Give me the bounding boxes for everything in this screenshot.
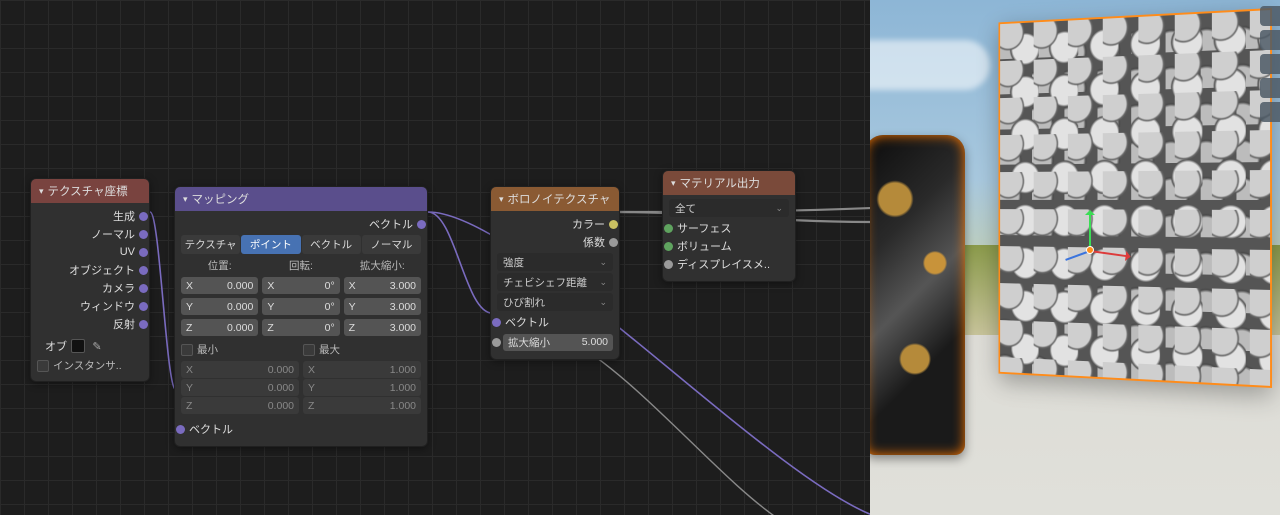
viewport-tool-icon[interactable]: [1260, 30, 1280, 50]
use-max-checkbox[interactable]: 最大: [303, 342, 421, 357]
output-vector: ベクトル: [181, 215, 421, 233]
output-camera: カメラ: [37, 279, 143, 297]
node-material-output[interactable]: ▾ マテリアル出力 全て⌄ サーフェス ボリューム ディスプレイスメ..: [662, 170, 796, 282]
node-header[interactable]: ▾ ボロノイテクスチャ: [491, 187, 619, 211]
collapse-icon[interactable]: ▾: [183, 194, 188, 205]
min-z[interactable]: Z0.000: [181, 397, 299, 414]
scale-field[interactable]: 拡大縮小5.000: [503, 334, 613, 351]
node-header[interactable]: ▾ マッピング: [175, 187, 427, 211]
min-y[interactable]: Y0.000: [181, 379, 299, 396]
max-y[interactable]: Y1.000: [303, 379, 421, 396]
node-voronoi-texture[interactable]: ▾ ボロノイテクスチャ カラー 係数 強度⌄ チェビシェフ距離⌄ ひび割れ⌄ ベ…: [490, 186, 620, 360]
collapse-icon[interactable]: ▾: [499, 194, 504, 205]
input-vector: ベクトル: [181, 420, 421, 438]
from-instancer-checkbox[interactable]: インスタンサ..: [37, 358, 143, 373]
node-title: テクスチャ座標: [48, 183, 128, 199]
col-location: 位置:: [181, 258, 258, 273]
tab-point[interactable]: ポイント: [241, 235, 300, 254]
object-swatch[interactable]: [71, 339, 85, 353]
node-mapping[interactable]: ▾ マッピング ベクトル テクスチャ ポイント ベクトル ノーマル 位置: 回転…: [174, 186, 428, 447]
node-header[interactable]: ▾ テクスチャ座標: [31, 179, 149, 203]
material-preview-plane[interactable]: [998, 8, 1272, 388]
rotation-x[interactable]: X0°: [262, 277, 339, 294]
sky-clouds: [870, 40, 990, 90]
output-normal: ノーマル: [37, 225, 143, 243]
node-title: マッピング: [192, 191, 250, 207]
collapse-icon[interactable]: ▾: [671, 178, 676, 189]
output-uv: UV: [37, 243, 143, 261]
scale-z[interactable]: Z3.000: [344, 319, 421, 336]
output-object: オブジェクト: [37, 261, 143, 279]
location-z[interactable]: Z0.000: [181, 319, 258, 336]
max-x[interactable]: X1.000: [303, 361, 421, 378]
collapse-icon[interactable]: ▾: [39, 186, 44, 197]
coloring-select[interactable]: 強度⌄: [497, 253, 613, 271]
input-surface: サーフェス: [669, 219, 789, 237]
min-x[interactable]: X0.000: [181, 361, 299, 378]
input-scale-row: 拡大縮小5.000: [497, 333, 613, 351]
eyedropper-icon[interactable]: ✎: [89, 338, 105, 354]
output-color: カラー: [497, 215, 613, 233]
tab-vector[interactable]: ベクトル: [302, 235, 361, 254]
chevron-down-icon: ⌄: [599, 277, 607, 288]
chevron-down-icon: ⌄: [599, 297, 607, 308]
checkbox-label: インスタンサ..: [53, 358, 122, 373]
viewport-tool-icon[interactable]: [1260, 102, 1280, 122]
col-rotation: 回転:: [262, 258, 339, 273]
viewport-tool-icon[interactable]: [1260, 78, 1280, 98]
viewport-tool-icon[interactable]: [1260, 6, 1280, 26]
node-title: マテリアル出力: [680, 175, 760, 191]
input-volume: ボリューム: [669, 237, 789, 255]
robot-mesh[interactable]: [870, 135, 965, 455]
distance-select[interactable]: チェビシェフ距離⌄: [497, 273, 613, 291]
viewport-tool-icon[interactable]: [1260, 54, 1280, 74]
output-reflection: 反射: [37, 315, 143, 333]
viewport-3d[interactable]: [870, 0, 1280, 515]
output-window: ウィンドウ: [37, 297, 143, 315]
tab-texture[interactable]: テクスチャ: [181, 235, 240, 254]
output-generated: 生成: [37, 207, 143, 225]
col-scale: 拡大縮小:: [344, 258, 421, 273]
scale-y[interactable]: Y3.000: [344, 298, 421, 315]
rotation-y[interactable]: Y0°: [262, 298, 339, 315]
checkbox-box[interactable]: [37, 360, 49, 372]
object-picker-row: オブ ✎: [37, 337, 143, 355]
target-select[interactable]: 全て⌄: [669, 199, 789, 217]
node-editor[interactable]: ▾ テクスチャ座標 生成 ノーマル UV オブジェクト カメラ ウィンドウ 反射…: [0, 0, 870, 515]
mapping-type-tabs: テクスチャ ポイント ベクトル ノーマル: [181, 235, 421, 254]
output-fac: 係数: [497, 233, 613, 251]
node-header[interactable]: ▾ マテリアル出力: [663, 171, 795, 195]
object-label: オブ: [45, 338, 67, 354]
feature-select[interactable]: ひび割れ⌄: [497, 293, 613, 311]
rotation-z[interactable]: Z0°: [262, 319, 339, 336]
location-y[interactable]: Y0.000: [181, 298, 258, 315]
chevron-down-icon: ⌄: [775, 203, 783, 214]
input-vector: ベクトル: [497, 313, 613, 331]
chevron-down-icon: ⌄: [599, 257, 607, 268]
node-texture-coordinate[interactable]: ▾ テクスチャ座標 生成 ノーマル UV オブジェクト カメラ ウィンドウ 反射…: [30, 178, 150, 382]
input-displacement: ディスプレイスメ..: [669, 255, 789, 273]
tab-normal[interactable]: ノーマル: [362, 235, 421, 254]
max-z[interactable]: Z1.000: [303, 397, 421, 414]
scale-x[interactable]: X3.000: [344, 277, 421, 294]
use-min-checkbox[interactable]: 最小: [181, 342, 299, 357]
node-title: ボロノイテクスチャ: [508, 191, 611, 207]
location-x[interactable]: X0.000: [181, 277, 258, 294]
